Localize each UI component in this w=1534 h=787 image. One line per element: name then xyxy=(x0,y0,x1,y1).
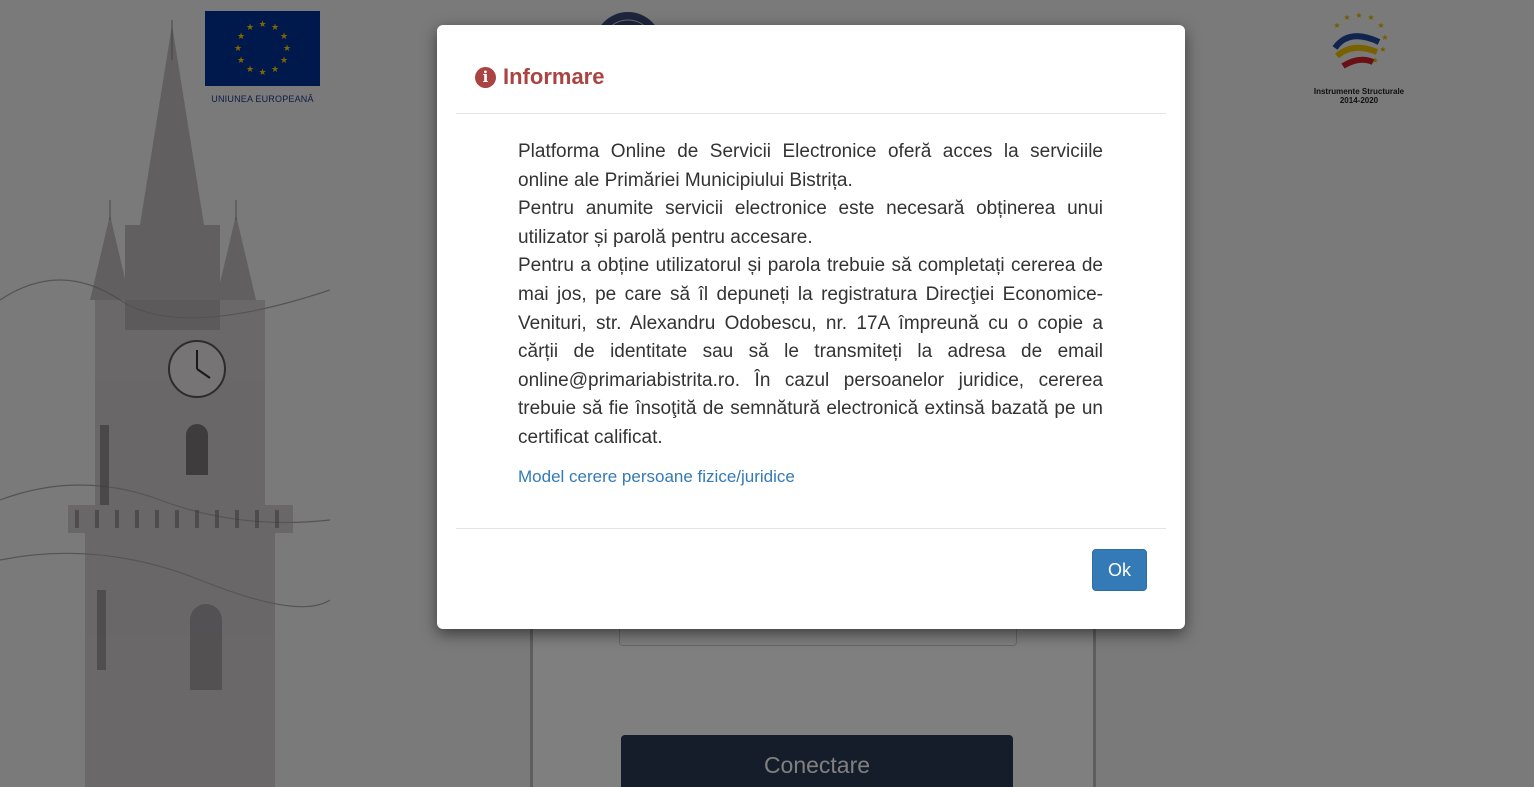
info-circle-icon: i xyxy=(475,66,496,88)
info-paragraph-2: Pentru anumite servicii electronice este… xyxy=(518,198,1103,248)
modal-body: Platforma Online de Servicii Electronice… xyxy=(518,138,1103,489)
request-form-link[interactable]: Model cerere persoane fizice/juridice xyxy=(518,465,1103,489)
modal-header: i Informare xyxy=(456,25,1166,114)
information-modal: i Informare Platforma Online de Servicii… xyxy=(437,25,1185,629)
info-paragraph-3: Pentru a obține utilizatorul și parola t… xyxy=(518,255,1103,448)
modal-title: i Informare xyxy=(475,64,604,90)
modal-title-text: Informare xyxy=(503,64,605,89)
info-paragraph-1: Platforma Online de Servicii Electronice… xyxy=(518,141,1103,191)
ok-button[interactable]: Ok xyxy=(1092,549,1147,591)
modal-footer-divider xyxy=(456,528,1166,529)
